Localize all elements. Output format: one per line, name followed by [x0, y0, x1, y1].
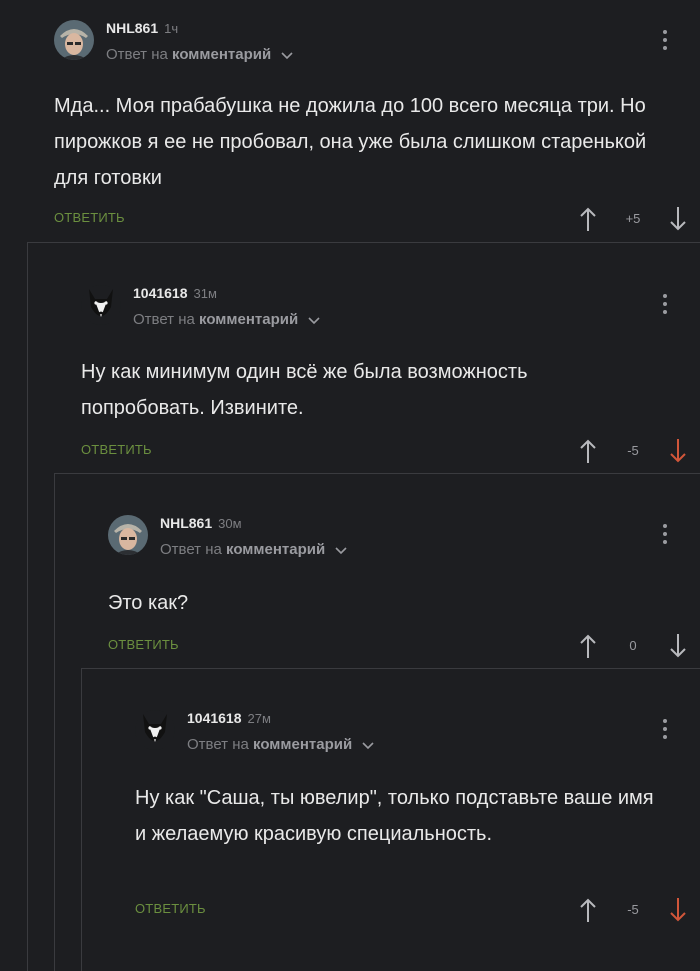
chevron-down-icon[interactable]	[281, 47, 293, 64]
comment-actions: ОТВЕТИТЬ +5	[54, 204, 686, 234]
vote-control: -5	[578, 436, 688, 466]
comment-time: 30м	[218, 516, 242, 531]
comment-header: NHL861 30м Ответ на комментарий	[108, 515, 628, 575]
upvote-arrow-icon[interactable]	[578, 631, 598, 661]
author-name[interactable]: 1041618 31м	[133, 285, 217, 301]
chevron-down-icon[interactable]	[335, 542, 347, 559]
reply-target[interactable]: комментарий	[199, 311, 298, 328]
author-name[interactable]: 1041618 27м	[187, 710, 271, 726]
reply-target[interactable]: комментарий	[226, 541, 325, 558]
comment-actions: ОТВЕТИТЬ -5	[135, 895, 686, 925]
upvote-arrow-icon[interactable]	[578, 436, 598, 466]
thread-line	[27, 242, 700, 243]
comment-actions: ОТВЕТИТЬ 0	[108, 631, 686, 661]
reply-to-link[interactable]: Ответ на комментарий	[106, 46, 293, 64]
comment-thread: NHL861 1ч Ответ на комментарий Мда... Моя…	[0, 0, 700, 971]
vote-score: -5	[627, 902, 639, 917]
downvote-arrow-icon[interactable]	[668, 895, 688, 925]
reply-target[interactable]: комментарий	[253, 736, 352, 753]
reply-button[interactable]: ОТВЕТИТЬ	[108, 637, 179, 652]
more-options-icon[interactable]	[660, 524, 670, 550]
reply-to-link[interactable]: Ответ на комментарий	[133, 311, 320, 329]
reply-to-link[interactable]: Ответ на комментарий	[187, 736, 374, 754]
vote-score: 0	[629, 638, 637, 653]
more-options-icon[interactable]	[660, 294, 670, 320]
author-name[interactable]: NHL861 1ч	[106, 20, 178, 36]
reply-prefix: Ответ на	[187, 736, 249, 753]
upvote-arrow-icon[interactable]	[578, 204, 598, 234]
reply-button[interactable]: ОТВЕТИТЬ	[54, 210, 125, 225]
reply-to-link[interactable]: Ответ на комментарий	[160, 541, 347, 559]
thread-line	[54, 473, 55, 971]
more-options-icon[interactable]	[660, 719, 670, 745]
comment-header: 1041618 27м Ответ на комментарий	[135, 710, 635, 770]
old-man-avatar[interactable]	[54, 20, 94, 60]
more-options-icon[interactable]	[660, 30, 670, 56]
reply-prefix: Ответ на	[160, 541, 222, 558]
comment-header: 1041618 31м Ответ на комментарий	[81, 285, 621, 345]
reply-target[interactable]: комментарий	[172, 46, 271, 63]
vote-control: 0	[578, 631, 688, 661]
comment-time: 27м	[247, 711, 271, 726]
upvote-arrow-icon[interactable]	[578, 895, 598, 925]
downvote-arrow-icon[interactable]	[668, 436, 688, 466]
comment-text: Мда... Моя прабабушка не дожила до 100 в…	[54, 95, 647, 189]
comment-time: 1ч	[164, 21, 179, 36]
chevron-down-icon[interactable]	[308, 312, 320, 329]
old-man-avatar[interactable]	[108, 515, 148, 555]
comment-text: Это как?	[108, 592, 189, 614]
downvote-arrow-icon[interactable]	[668, 204, 688, 234]
comment-text: Ну как "Саша, ты ювелир", только подстав…	[135, 787, 654, 845]
thread-line	[81, 668, 82, 971]
comment-header: NHL861 1ч Ответ на комментарий	[54, 20, 614, 80]
vote-control: +5	[578, 204, 688, 234]
reply-button[interactable]: ОТВЕТИТЬ	[135, 901, 206, 916]
vote-score: -5	[627, 443, 639, 458]
vote-score: +5	[625, 211, 641, 226]
author-label[interactable]: NHL861	[160, 515, 212, 531]
reply-prefix: Ответ на	[106, 46, 168, 63]
thread-line	[27, 242, 28, 971]
comment-actions: ОТВЕТИТЬ -5	[81, 436, 686, 466]
husky-avatar[interactable]	[135, 710, 175, 750]
comment-text: Ну как минимум один всё же была возможно…	[81, 361, 528, 419]
author-name[interactable]: NHL861 30м	[160, 515, 242, 531]
author-label[interactable]: NHL861	[106, 20, 158, 36]
author-label[interactable]: 1041618	[133, 285, 188, 301]
husky-avatar[interactable]	[81, 285, 121, 325]
author-label[interactable]: 1041618	[187, 710, 242, 726]
thread-line	[54, 473, 700, 474]
comment-time: 31м	[193, 286, 217, 301]
downvote-arrow-icon[interactable]	[668, 631, 688, 661]
vote-control: -5	[578, 895, 688, 925]
reply-button[interactable]: ОТВЕТИТЬ	[81, 442, 152, 457]
chevron-down-icon[interactable]	[362, 737, 374, 754]
reply-prefix: Ответ на	[133, 311, 195, 328]
thread-line	[81, 668, 700, 669]
